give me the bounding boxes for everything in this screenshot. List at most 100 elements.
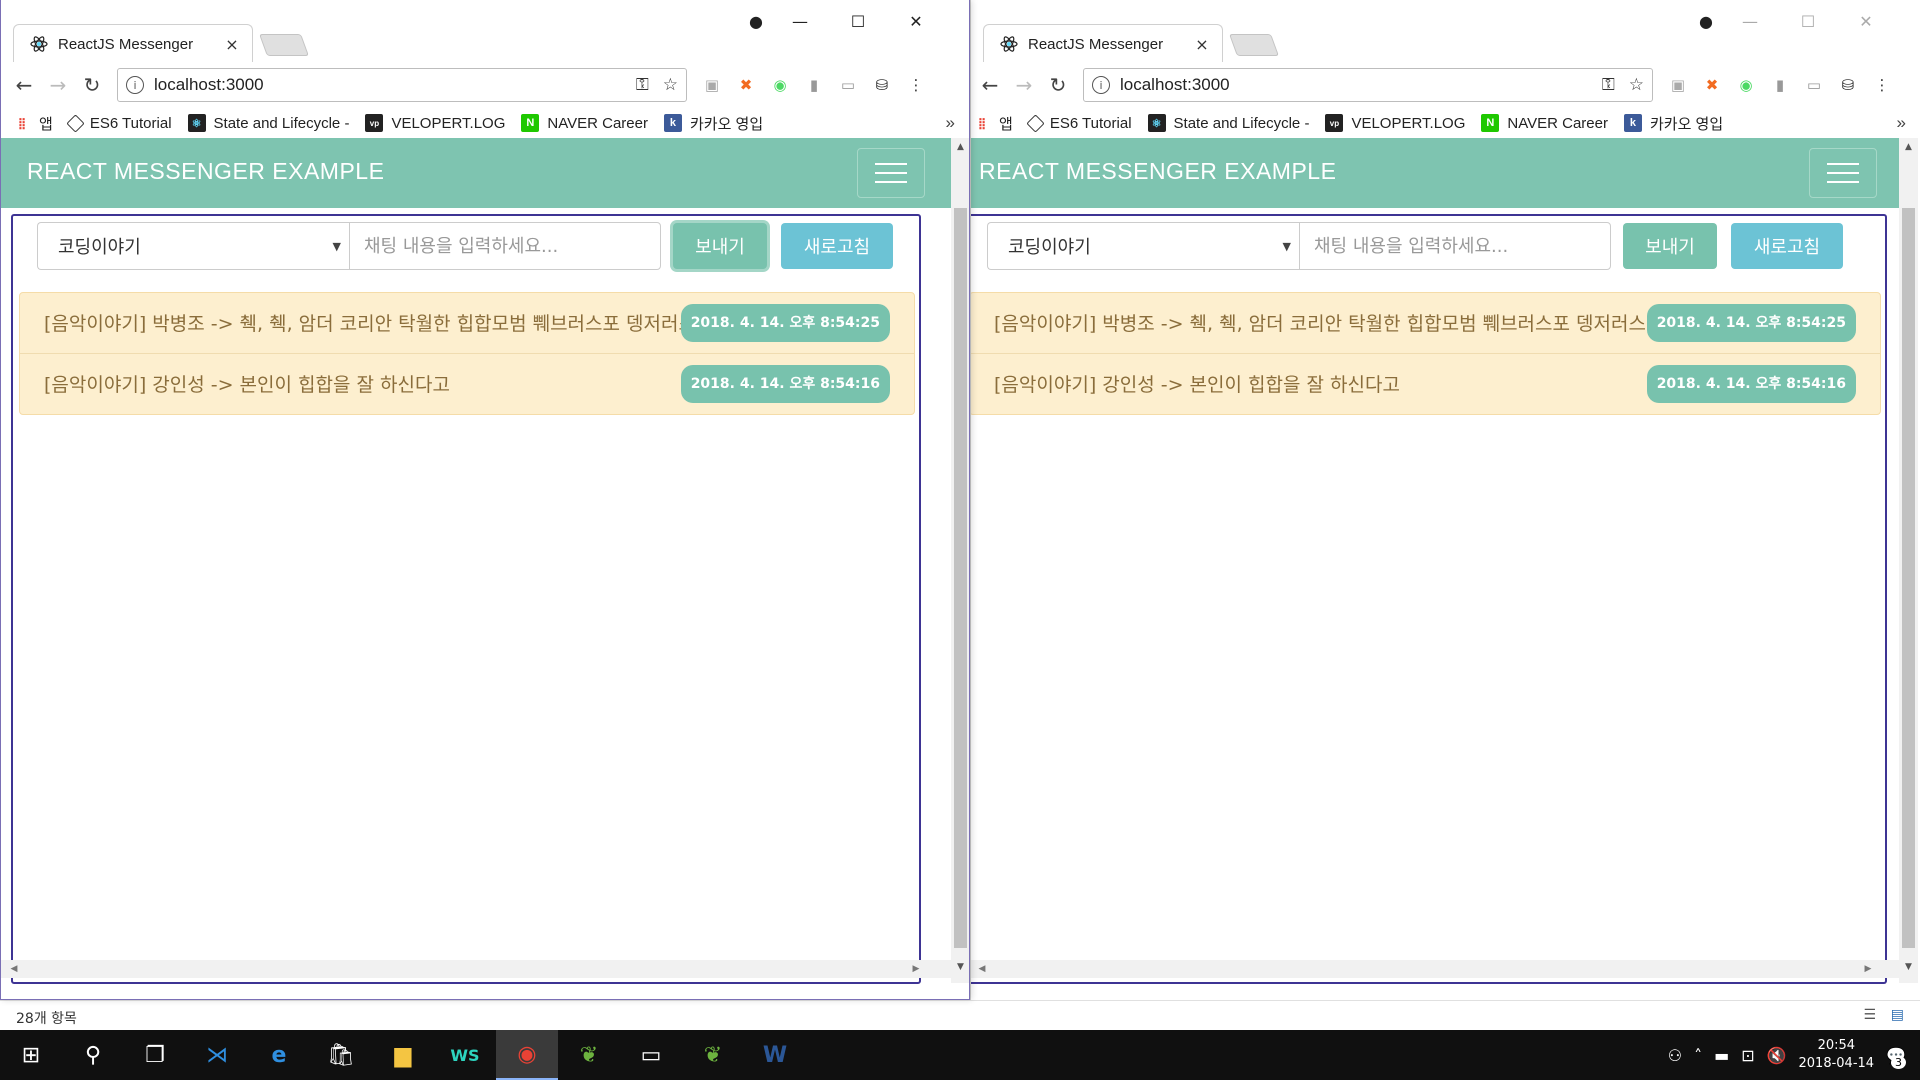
scroll-thumb[interactable] xyxy=(1902,208,1915,948)
bookmark-kakao[interactable]: k 카카오 영입 xyxy=(663,113,763,134)
scroll-left-icon[interactable]: ◀ xyxy=(5,960,23,978)
close-window-button[interactable]: ✕ xyxy=(887,6,945,36)
tray-expand-icon[interactable]: ˄ xyxy=(1694,1046,1702,1065)
scroll-right-icon[interactable]: ▶ xyxy=(1859,960,1877,978)
scroll-up-icon[interactable]: ▲ xyxy=(1899,138,1918,156)
info-icon[interactable]: i xyxy=(1092,76,1110,94)
green-extension-icon[interactable]: ◉ xyxy=(763,68,797,102)
menu-dots-icon[interactable]: ⋮ xyxy=(899,68,933,102)
minimize-button[interactable]: — xyxy=(771,6,829,36)
dark-extension-icon[interactable]: ⛁ xyxy=(1831,68,1865,102)
bookmark-velopert[interactable]: vp VELOPERT.LOG xyxy=(1325,114,1465,132)
tab-close-icon[interactable]: × xyxy=(222,35,242,54)
bookmark-naver-career[interactable]: N NAVER Career xyxy=(521,114,648,132)
horizontal-scrollbar[interactable]: ◀ ▶ xyxy=(1,960,951,978)
large-icons-view-icon[interactable]: ▤ xyxy=(1891,1007,1904,1023)
file-explorer-icon[interactable]: ▆ xyxy=(372,1030,434,1080)
browser-tab[interactable]: ReactJS Messenger × xyxy=(13,24,253,62)
cast-extension-icon[interactable]: ▭ xyxy=(831,68,865,102)
green-extension-icon[interactable]: ◉ xyxy=(1729,68,1763,102)
app-brand[interactable]: REACT MESSENGER EXAMPLE xyxy=(27,158,384,185)
url-text[interactable]: localhost:3000 xyxy=(154,75,622,95)
volume-muted-icon[interactable]: 🔇 xyxy=(1767,1046,1787,1065)
new-tab-button[interactable] xyxy=(1228,34,1280,56)
url-text[interactable]: localhost:3000 xyxy=(1120,75,1588,95)
refresh-button[interactable]: 새로고침 xyxy=(1731,223,1843,269)
send-button[interactable]: 보내기 xyxy=(1623,223,1717,269)
reload-button[interactable]: ↻ xyxy=(1041,68,1075,102)
scroll-right-icon[interactable]: ▶ xyxy=(907,960,925,978)
profile-icon[interactable]: ● xyxy=(741,6,771,36)
webstorm-icon[interactable]: WS xyxy=(434,1030,496,1080)
new-tab-button[interactable] xyxy=(258,34,310,56)
vertical-scrollbar[interactable]: ▲ ▼ xyxy=(951,138,969,983)
gray-extension-icon[interactable]: ▮ xyxy=(1763,68,1797,102)
room-select[interactable]: 코딩이야기 ▼ xyxy=(987,222,1299,270)
bookmarks-more-icon[interactable]: » xyxy=(1897,113,1906,133)
room-select[interactable]: 코딩이야기 ▼ xyxy=(37,222,349,270)
close-window-button[interactable]: ✕ xyxy=(1837,6,1895,36)
minimize-button[interactable]: — xyxy=(1721,6,1779,36)
chat-input[interactable] xyxy=(349,222,661,270)
store-icon[interactable]: 🛍 xyxy=(310,1030,372,1080)
hamburger-menu-icon[interactable] xyxy=(1809,148,1877,198)
search-icon[interactable]: ⚲ xyxy=(62,1030,124,1080)
forward-button[interactable]: → xyxy=(1007,68,1041,102)
scroll-left-icon[interactable]: ◀ xyxy=(973,960,991,978)
bookmarks-more-icon[interactable]: » xyxy=(946,113,955,133)
task-view-icon[interactable]: ❐ xyxy=(124,1030,186,1080)
bookmark-es6[interactable]: ES6 Tutorial xyxy=(66,113,172,133)
bookmark-naver-career[interactable]: N NAVER Career xyxy=(1481,114,1608,132)
bookmark-state-lifecycle[interactable]: ⚛ State and Lifecycle - xyxy=(1147,114,1309,132)
spring-icon[interactable]: ❦ xyxy=(558,1030,620,1080)
info-icon[interactable]: i xyxy=(126,76,144,94)
bookmark-kakao[interactable]: k 카카오 영입 xyxy=(1623,113,1723,134)
app-brand[interactable]: REACT MESSENGER EXAMPLE xyxy=(979,158,1336,185)
people-icon[interactable]: ⚇ xyxy=(1668,1046,1682,1065)
vertical-scrollbar[interactable]: ▲ ▼ xyxy=(1899,138,1918,983)
network-icon[interactable]: ⊡ xyxy=(1741,1046,1754,1065)
vscode-icon[interactable]: ⋊ xyxy=(186,1030,248,1080)
scroll-down-icon[interactable]: ▼ xyxy=(1899,958,1918,976)
word-icon[interactable]: W xyxy=(744,1030,806,1080)
chat-input[interactable] xyxy=(1299,222,1611,270)
key-icon[interactable]: ⚿ xyxy=(1602,75,1615,95)
maximize-button[interactable]: ☐ xyxy=(829,6,887,36)
gray-extension-icon[interactable]: ▮ xyxy=(797,68,831,102)
forward-button[interactable]: → xyxy=(41,68,75,102)
back-button[interactable]: ← xyxy=(973,68,1007,102)
bookmark-apps[interactable]: ⣿ 앱 xyxy=(13,113,53,134)
refresh-button[interactable]: 새로고침 xyxy=(781,223,893,269)
cast-extension-icon[interactable]: ▭ xyxy=(1797,68,1831,102)
back-button[interactable]: ← xyxy=(7,68,41,102)
dark-extension-icon[interactable]: ⛁ xyxy=(865,68,899,102)
pdf-extension-icon[interactable]: ▣ xyxy=(695,68,729,102)
star-icon[interactable]: ☆ xyxy=(663,75,678,95)
bookmark-state-lifecycle[interactable]: ⚛ State and Lifecycle - xyxy=(187,114,349,132)
pdf-extension-icon[interactable]: ▣ xyxy=(1661,68,1695,102)
bookmark-velopert[interactable]: vp VELOPERT.LOG xyxy=(365,114,505,132)
key-icon[interactable]: ⚿ xyxy=(636,75,649,95)
send-button[interactable]: 보내기 xyxy=(673,223,767,269)
scroll-up-icon[interactable]: ▲ xyxy=(951,138,969,156)
hamburger-menu-icon[interactable] xyxy=(857,148,925,198)
notification-center-icon[interactable]: 💬 3 xyxy=(1886,1046,1906,1069)
clock[interactable]: 20:54 2018-04-14 xyxy=(1799,1037,1875,1073)
scroll-thumb[interactable] xyxy=(954,208,967,948)
chrome-icon[interactable]: ◉ xyxy=(496,1030,558,1080)
battery-icon[interactable]: ▬ xyxy=(1714,1046,1729,1065)
maximize-button[interactable]: ☐ xyxy=(1779,6,1837,36)
bookmark-es6[interactable]: ES6 Tutorial xyxy=(1026,113,1132,133)
reload-button[interactable]: ↻ xyxy=(75,68,109,102)
menu-dots-icon[interactable]: ⋮ xyxy=(1865,68,1899,102)
windows-start-icon[interactable]: ⊞ xyxy=(0,1030,62,1080)
orange-extension-icon[interactable]: ✖ xyxy=(1695,68,1729,102)
terminal-icon[interactable]: ▭ xyxy=(620,1030,682,1080)
address-bar[interactable]: i localhost:3000 ⚿ ☆ xyxy=(1083,68,1653,102)
address-bar[interactable]: i localhost:3000 ⚿ ☆ xyxy=(117,68,687,102)
profile-icon[interactable]: ● xyxy=(1691,6,1721,36)
orange-extension-icon[interactable]: ✖ xyxy=(729,68,763,102)
tab-close-icon[interactable]: × xyxy=(1192,35,1212,54)
details-view-icon[interactable]: ☰ xyxy=(1863,1007,1876,1023)
spring-icon[interactable]: ❦ xyxy=(682,1030,744,1080)
